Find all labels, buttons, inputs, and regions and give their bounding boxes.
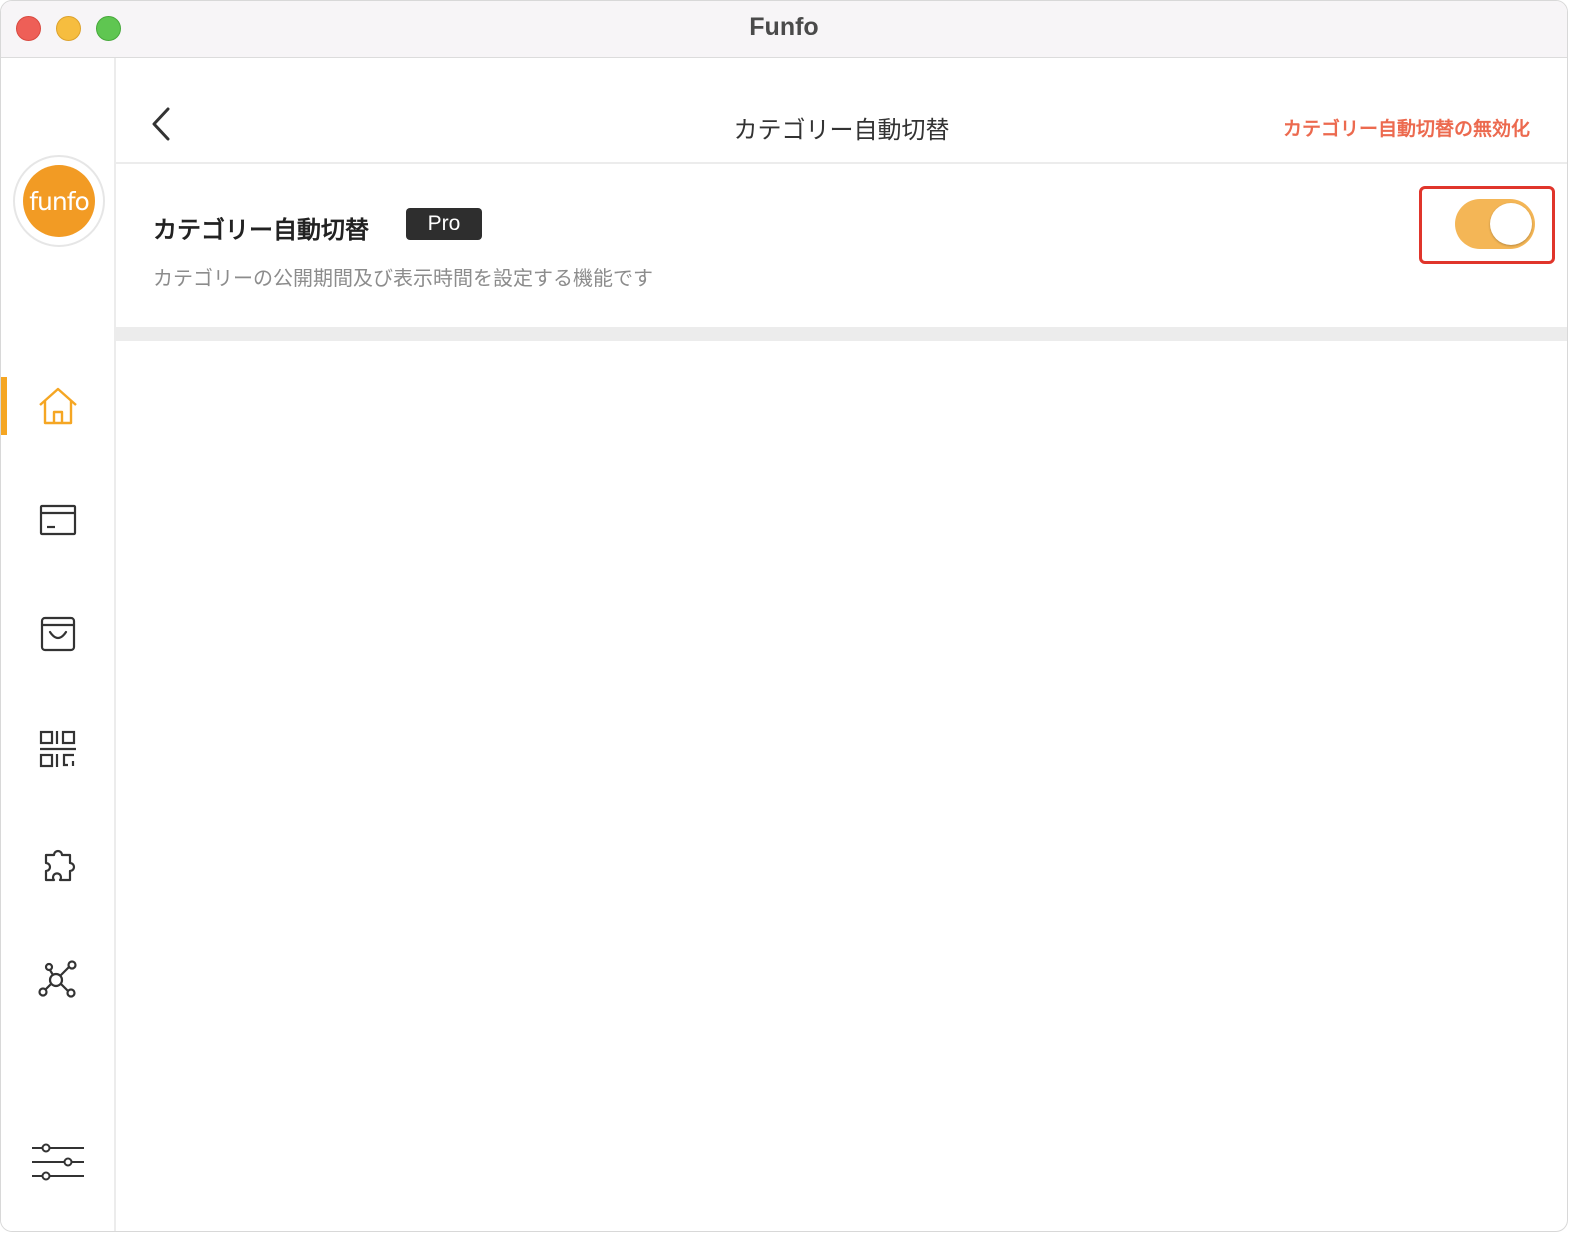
logo-text: funfo — [23, 165, 95, 237]
sidebar-item-qr[interactable] — [1, 720, 114, 778]
disable-auto-switch-link[interactable]: カテゴリー自動切替の無効化 — [1283, 114, 1530, 141]
setting-title: カテゴリー自動切替 — [153, 216, 369, 244]
shopping-bag-icon — [40, 616, 75, 652]
auto-switch-toggle[interactable] — [1455, 199, 1535, 249]
active-indicator — [1, 377, 7, 435]
qr-code-icon — [39, 730, 76, 768]
share-nodes-icon — [37, 960, 77, 998]
sidebar-item-settings[interactable] — [1, 1133, 114, 1191]
page-header: カテゴリー自動切替 カテゴリー自動切替の無効化 — [116, 58, 1567, 164]
sidebar-item-card[interactable] — [1, 491, 114, 549]
puzzle-icon — [44, 849, 75, 882]
home-icon — [38, 387, 77, 425]
sliders-icon — [31, 1143, 84, 1181]
toggle-knob — [1490, 203, 1532, 245]
sidebar: funfo — [1, 58, 116, 1231]
app-window: Funfo funfo カテゴリー自動切替 カテゴリー自動切替の無効化 カテゴリ… — [0, 0, 1568, 1232]
setting-description: カテゴリーの公開期間及び表示時間を設定する機能です — [153, 266, 653, 290]
auto-switch-setting-row: カテゴリー自動切替 Pro カテゴリーの公開期間及び表示時間を設定する機能です — [116, 164, 1567, 326]
title-bar: Funfo — [1, 1, 1567, 58]
sidebar-item-network[interactable] — [1, 949, 114, 1007]
card-icon — [39, 504, 76, 536]
pro-badge: Pro — [406, 208, 482, 240]
section-divider — [116, 327, 1567, 341]
app-logo[interactable]: funfo — [13, 155, 105, 247]
sidebar-item-plugins[interactable] — [1, 835, 114, 893]
main-content: カテゴリー自動切替 カテゴリー自動切替の無効化 カテゴリー自動切替 Pro カテ… — [116, 58, 1567, 1231]
window-title: Funfo — [749, 13, 819, 41]
sidebar-item-home[interactable] — [1, 377, 114, 435]
sidebar-item-shop[interactable] — [1, 605, 114, 663]
